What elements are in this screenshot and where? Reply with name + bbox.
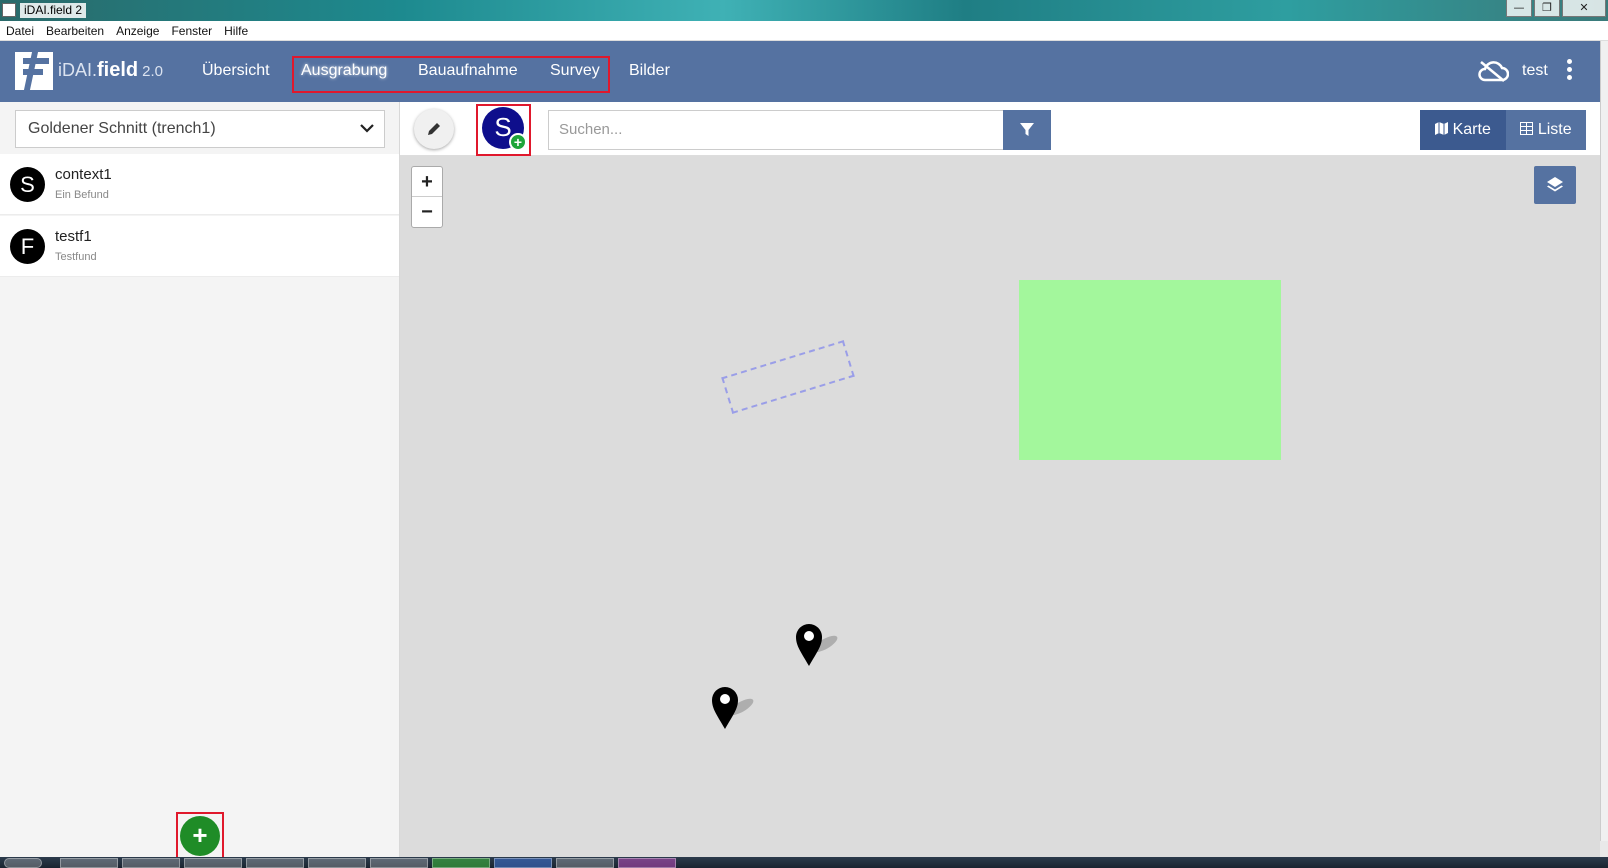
taskbar-item[interactable] — [432, 858, 490, 868]
user-name[interactable]: test — [1522, 62, 1548, 80]
window-scrollbar[interactable] — [1600, 41, 1608, 841]
taskbar-item[interactable] — [184, 858, 242, 868]
list-item-subtitle: Ein Befund — [55, 189, 109, 201]
filter-icon — [1020, 123, 1034, 136]
taskbar-item[interactable] — [246, 858, 304, 868]
menu-anzeige[interactable]: Anzeige — [116, 24, 159, 38]
app-icon — [2, 3, 16, 17]
window-titlebar: iDAI.field 2 — ❐ ✕ — [0, 0, 1608, 21]
menu-fenster[interactable]: Fenster — [171, 24, 212, 38]
map-pin-icon[interactable] — [795, 622, 851, 670]
map-polygon-trench[interactable] — [1019, 280, 1281, 460]
list-icon — [1520, 122, 1534, 135]
minimize-button[interactable]: — — [1506, 0, 1532, 17]
list-item[interactable]: F testf1 Testfund — [0, 216, 399, 277]
list-item-title: context1 — [55, 166, 112, 183]
nav-bilder[interactable]: Bilder — [629, 62, 670, 80]
taskbar-item[interactable] — [308, 858, 366, 868]
close-button[interactable]: ✕ — [1562, 0, 1606, 17]
operation-select[interactable]: Goldener Schnitt (trench1) — [15, 110, 385, 148]
view-list-button[interactable]: Liste — [1506, 110, 1586, 150]
taskbar-item[interactable] — [618, 858, 676, 868]
layers-icon — [1547, 177, 1563, 192]
taskbar-item[interactable] — [122, 858, 180, 868]
window-controls: — ❐ ✕ — [1506, 0, 1606, 17]
view-list-label: Liste — [1537, 121, 1572, 138]
zoom-in-button[interactable]: + — [412, 167, 442, 197]
taskbar-item[interactable] — [370, 858, 428, 868]
navbar: iDAI.field 2.0 Übersicht Ausgrabung Bauau… — [0, 41, 1600, 102]
map-view[interactable] — [400, 156, 1600, 857]
view-map-label: Karte — [1452, 121, 1491, 138]
taskbar-item[interactable] — [494, 858, 552, 868]
cloud-off-icon[interactable] — [1477, 60, 1509, 82]
restore-button[interactable]: ❐ — [1534, 0, 1560, 17]
taskbar-item[interactable] — [60, 858, 118, 868]
window-title: iDAI.field 2 — [20, 3, 87, 18]
taskbar-item[interactable] — [556, 858, 614, 868]
highlight-box-create — [476, 104, 531, 156]
chevron-down-icon — [360, 124, 374, 133]
brand-version: 2.0 — [142, 63, 163, 80]
zoom-out-button[interactable]: − — [412, 197, 442, 227]
map-pin-icon[interactable] — [711, 685, 767, 733]
os-taskbar — [0, 857, 1608, 868]
nav-uebersicht[interactable]: Übersicht — [202, 62, 270, 80]
brand: iDAI.field 2.0 — [58, 59, 163, 82]
menu-bearbeiten[interactable]: Bearbeiten — [46, 24, 104, 38]
operation-select-value: Goldener Schnitt (trench1) — [28, 120, 216, 137]
kebab-menu-icon[interactable] — [1567, 59, 1573, 81]
logo-icon — [15, 52, 53, 90]
start-button[interactable] — [4, 858, 42, 868]
highlight-box-add — [176, 812, 224, 860]
edit-operation-button[interactable] — [414, 109, 454, 149]
list-item-subtitle: Testfund — [55, 251, 97, 263]
menubar: Datei Bearbeiten Anzeige Fenster Hilfe — [0, 21, 1608, 41]
pencil-icon — [428, 123, 440, 135]
brand-name: field — [97, 59, 139, 81]
filter-button[interactable] — [1003, 110, 1051, 150]
view-map-button[interactable]: Karte — [1420, 110, 1506, 150]
zoom-control: + − — [411, 166, 443, 228]
avatar: F — [10, 229, 45, 264]
search-input[interactable]: Suchen... — [548, 110, 1004, 150]
list-item[interactable]: S context1 Ein Befund — [0, 154, 399, 215]
menu-datei[interactable]: Datei — [6, 24, 34, 38]
brand-prefix: iDAI. — [58, 60, 98, 80]
list-item-title: testf1 — [55, 228, 92, 245]
highlight-box-nav — [292, 56, 610, 93]
layers-button[interactable] — [1534, 166, 1576, 204]
avatar: S — [10, 167, 45, 202]
map-icon — [1435, 122, 1449, 135]
menu-hilfe[interactable]: Hilfe — [224, 24, 248, 38]
resource-list-panel: Goldener Schnitt (trench1) S context1 Ei… — [0, 102, 400, 857]
